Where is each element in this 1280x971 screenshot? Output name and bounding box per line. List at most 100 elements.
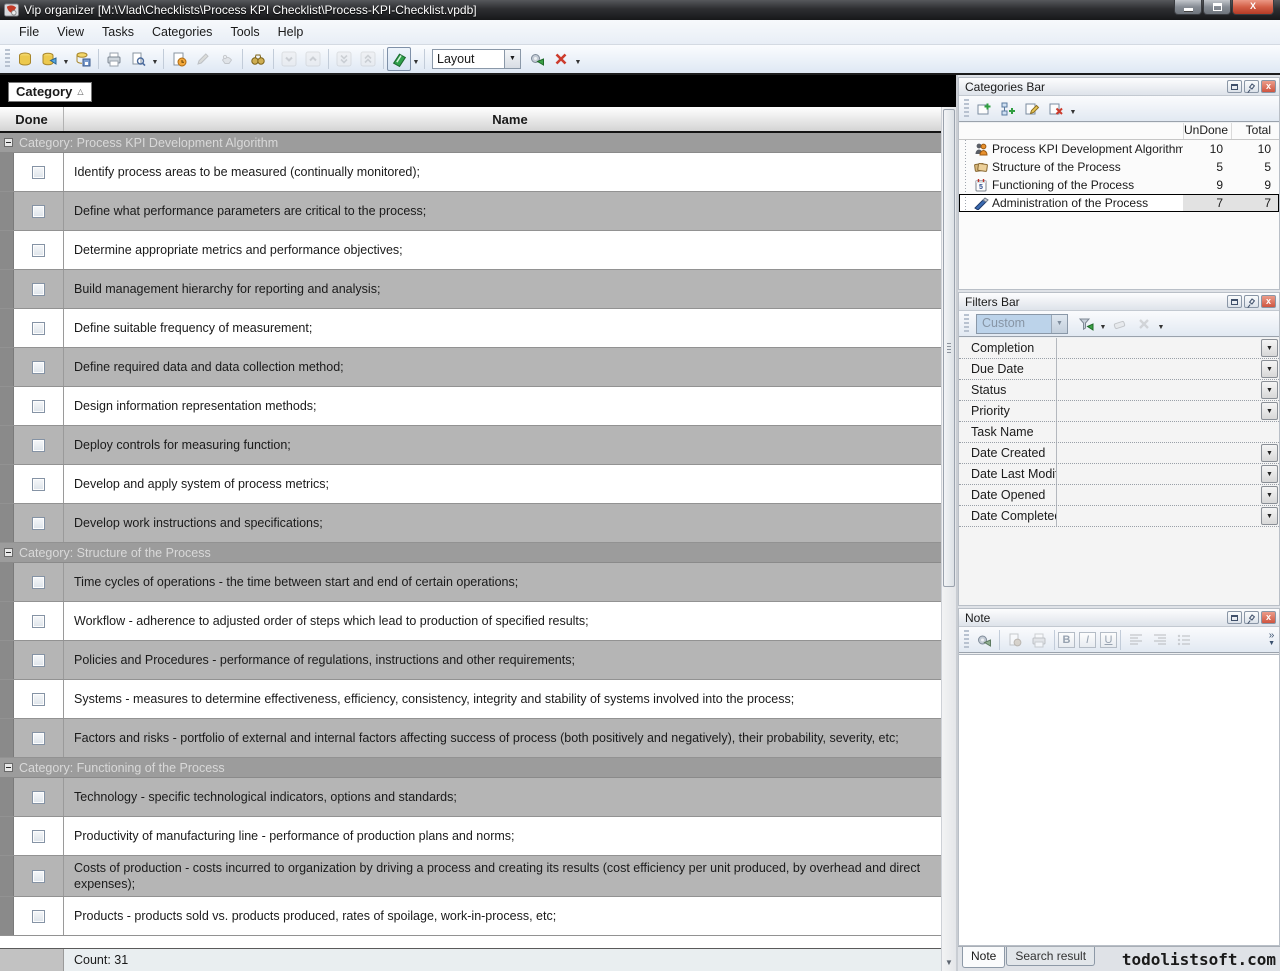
task-name[interactable]: Products - products sold vs. products pr…: [64, 897, 941, 935]
collapse-icon[interactable]: [4, 763, 13, 772]
task-row[interactable]: Define required data and data collection…: [0, 348, 941, 387]
task-row[interactable]: Technology - specific technological indi…: [0, 778, 941, 817]
task-row[interactable]: Costs of production - costs incurred to …: [0, 856, 941, 897]
task-row[interactable]: Time cycles of operations - the time bet…: [0, 563, 941, 602]
task-checkbox[interactable]: [32, 732, 45, 745]
restore-button[interactable]: [1203, 0, 1231, 15]
move-top-button[interactable]: [356, 47, 380, 71]
menu-view[interactable]: View: [48, 20, 93, 44]
task-row[interactable]: Workflow - adherence to adjusted order o…: [0, 602, 941, 641]
task-row[interactable]: Develop work instructions and specificat…: [0, 504, 941, 543]
filter-dropdown-button[interactable]: ▼: [1261, 339, 1278, 357]
filter-dropdown-button[interactable]: ▼: [1261, 402, 1278, 420]
layout-combobox-arrow[interactable]: ▼: [504, 49, 521, 69]
task-name[interactable]: Productivity of manufacturing line - per…: [64, 817, 941, 855]
assign-task-button[interactable]: [215, 47, 239, 71]
save-database-button[interactable]: [71, 47, 95, 71]
categories-restore-icon[interactable]: [1227, 80, 1242, 93]
open-database-button[interactable]: [37, 47, 61, 71]
bold-button[interactable]: B: [1058, 632, 1075, 648]
task-checkbox[interactable]: [32, 615, 45, 628]
filter-value[interactable]: [1057, 485, 1260, 505]
filter-value[interactable]: [1057, 422, 1279, 442]
scrollbar-thumb[interactable]: [943, 109, 955, 587]
task-row[interactable]: Deploy controls for measuring function;: [0, 426, 941, 465]
task-row[interactable]: Define what performance parameters are c…: [0, 192, 941, 231]
note-print-button[interactable]: [1027, 629, 1051, 651]
note-insert-link-button[interactable]: [972, 629, 996, 651]
task-checkbox[interactable]: [32, 478, 45, 491]
filter-preset-value[interactable]: Custom: [977, 315, 1051, 333]
move-down-button[interactable]: [277, 47, 301, 71]
filter-value[interactable]: [1057, 506, 1260, 526]
italic-button[interactable]: I: [1079, 632, 1096, 648]
task-checkbox[interactable]: [32, 517, 45, 530]
task-checkbox[interactable]: [32, 205, 45, 218]
filters-restore-icon[interactable]: [1227, 295, 1242, 308]
filter-dropdown-button[interactable]: ▼: [1261, 360, 1278, 378]
filter-value[interactable]: [1057, 338, 1260, 358]
task-name[interactable]: Workflow - adherence to adjusted order o…: [64, 602, 941, 640]
move-up-button[interactable]: [301, 47, 325, 71]
layout-combobox-value[interactable]: Layout: [432, 49, 504, 69]
task-name[interactable]: Time cycles of operations - the time bet…: [64, 563, 941, 601]
new-task-button[interactable]: [167, 47, 191, 71]
filter-dropdown-button[interactable]: ▼: [1261, 486, 1278, 504]
task-checkbox[interactable]: [32, 870, 45, 883]
menu-tasks[interactable]: Tasks: [93, 20, 143, 44]
bottom-tab-note[interactable]: Note: [962, 947, 1005, 968]
filter-value[interactable]: [1057, 380, 1260, 400]
filter-value[interactable]: [1057, 464, 1260, 484]
layout-combobox[interactable]: Layout ▼: [432, 49, 521, 69]
task-checkbox[interactable]: [32, 654, 45, 667]
apply-filter-dropdown[interactable]: ▼: [1098, 313, 1108, 335]
new-subcategory-button[interactable]: [996, 98, 1020, 120]
task-row[interactable]: Factors and risks - portfolio of externa…: [0, 719, 941, 758]
task-row[interactable]: Determine appropriate metrics and perfor…: [0, 231, 941, 270]
task-row[interactable]: Define suitable frequency of measurement…: [0, 309, 941, 348]
open-dropdown-arrow[interactable]: ▼: [61, 48, 71, 70]
minimize-button[interactable]: [1174, 0, 1202, 15]
column-header-done[interactable]: Done: [0, 107, 64, 131]
task-checkbox[interactable]: [32, 244, 45, 257]
column-header-total[interactable]: Total: [1231, 123, 1279, 139]
task-row[interactable]: Build management hierarchy for reporting…: [0, 270, 941, 309]
task-name[interactable]: Technology - specific technological indi…: [64, 778, 941, 816]
task-checkbox[interactable]: [32, 322, 45, 335]
layout-view-dropdown-arrow[interactable]: ▼: [411, 48, 421, 70]
task-checkbox[interactable]: [32, 400, 45, 413]
find-button[interactable]: [246, 47, 270, 71]
scrollbar-down-arrow[interactable]: ▼: [942, 958, 956, 967]
filter-dropdown-button[interactable]: ▼: [1261, 465, 1278, 483]
clear-filter-button[interactable]: [1108, 313, 1132, 335]
task-row[interactable]: Design information representation method…: [0, 387, 941, 426]
menu-tools[interactable]: Tools: [221, 20, 268, 44]
filter-preset-combobox[interactable]: Custom ▼: [976, 314, 1068, 334]
task-checkbox[interactable]: [32, 166, 45, 179]
column-header-undone[interactable]: UnDone: [1183, 123, 1231, 139]
task-name[interactable]: Define what performance parameters are c…: [64, 192, 941, 230]
task-name[interactable]: Factors and risks - portfolio of externa…: [64, 719, 941, 757]
task-row[interactable]: Productivity of manufacturing line - per…: [0, 817, 941, 856]
category-group-row[interactable]: Category: Process KPI Development Algori…: [0, 133, 941, 153]
filter-value[interactable]: [1057, 359, 1260, 379]
print-dropdown-arrow[interactable]: ▼: [150, 48, 160, 70]
categories-close-icon[interactable]: x: [1261, 80, 1276, 93]
collapse-icon[interactable]: [4, 138, 13, 147]
delete-category-button[interactable]: [1044, 98, 1068, 120]
filter-preset-arrow[interactable]: ▼: [1051, 315, 1067, 333]
close-button[interactable]: X: [1232, 0, 1274, 15]
filters-close-icon[interactable]: x: [1261, 295, 1276, 308]
task-name[interactable]: Systems - measures to determine effectiv…: [64, 680, 941, 718]
task-row[interactable]: Policies and Procedures - performance of…: [0, 641, 941, 680]
filter-value[interactable]: [1057, 401, 1260, 421]
filter-value[interactable]: [1057, 443, 1260, 463]
grid-vertical-scrollbar[interactable]: ▼: [941, 107, 956, 971]
bottom-tab-search-result[interactable]: Search result: [1006, 947, 1095, 966]
new-database-button[interactable]: [13, 47, 37, 71]
edit-task-button[interactable]: [191, 47, 215, 71]
menu-help[interactable]: Help: [269, 20, 313, 44]
filter-dropdown-button[interactable]: ▼: [1261, 444, 1278, 462]
category-item[interactable]: 5Functioning of the Process99: [959, 176, 1279, 194]
task-checkbox[interactable]: [32, 910, 45, 923]
